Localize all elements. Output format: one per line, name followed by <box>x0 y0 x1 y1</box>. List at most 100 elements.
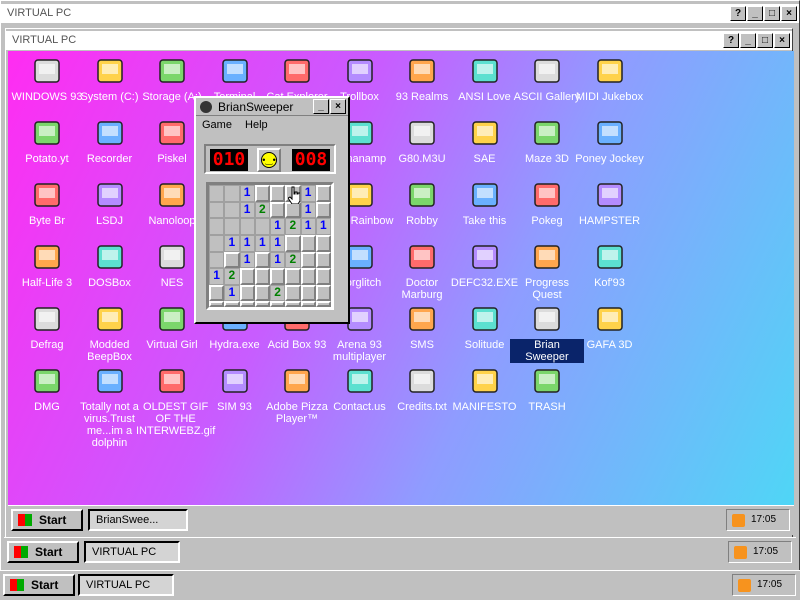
mine-cell[interactable]: 1 <box>239 251 255 269</box>
outer-maximize-button[interactable]: □ <box>764 6 780 21</box>
mine-cell[interactable]: 1 <box>254 234 270 252</box>
mine-cell[interactable]: 1 <box>224 284 240 302</box>
task-brian-sweeper[interactable]: BrianSwee... <box>88 509 188 531</box>
menu-game[interactable]: Game <box>202 119 232 131</box>
task-virtual-pc[interactable]: VIRTUAL PC <box>84 541 180 563</box>
mine-cell[interactable] <box>239 284 255 302</box>
mine-cell[interactable] <box>300 251 316 269</box>
mine-cell[interactable] <box>209 185 225 202</box>
start-button-middle[interactable]: Start <box>7 541 79 563</box>
disk-icon <box>159 59 185 83</box>
mine-cell[interactable] <box>315 268 331 285</box>
rss-icon[interactable] <box>732 514 745 527</box>
start-button-outer[interactable]: Start <box>3 574 75 596</box>
minesweeper-minimize-button[interactable]: _ <box>313 99 329 114</box>
menu-help[interactable]: Help <box>245 119 268 131</box>
mine-cell[interactable]: 1 <box>209 268 225 285</box>
mine-cell[interactable] <box>254 301 270 307</box>
outer-title-bar[interactable]: VIRTUAL PC ? _ □ × <box>1 4 799 24</box>
inner-title-bar[interactable]: VIRTUAL PC ? _ □ × <box>6 31 792 51</box>
mine-cell[interactable]: 2 <box>285 218 301 235</box>
desktop-icon[interactable]: GAFA 3D <box>573 303 647 363</box>
mine-cell[interactable] <box>315 251 331 269</box>
inner-close-button[interactable]: × <box>774 33 790 48</box>
mine-cell[interactable]: 1 <box>270 234 286 252</box>
reset-button[interactable]: •‿• <box>257 148 281 172</box>
mine-cell[interactable]: 2 <box>285 251 301 269</box>
desktop-icon-label: G80.M3U <box>398 153 446 165</box>
mine-cell[interactable] <box>315 201 331 219</box>
desktop-icon-label: Acid Box 93 <box>267 339 327 351</box>
rss-icon[interactable] <box>734 546 747 559</box>
mine-cell[interactable] <box>270 301 286 307</box>
mine-cell[interactable] <box>209 284 225 302</box>
mine-cell[interactable] <box>209 201 225 219</box>
mine-cell[interactable] <box>254 284 270 302</box>
desktop-icon[interactable]: HAMPSTER <box>573 179 647 239</box>
minesweeper-close-button[interactable]: × <box>330 99 346 114</box>
mine-cell[interactable] <box>315 284 331 302</box>
desktop-icon-label: Pokeg <box>531 215 563 227</box>
mine-cell[interactable] <box>270 268 286 285</box>
inner-help-button[interactable]: ? <box>723 33 739 48</box>
mine-cell[interactable]: 2 <box>224 268 240 285</box>
mine-cell[interactable] <box>300 234 316 252</box>
mine-cell[interactable] <box>300 268 316 285</box>
mine-cell[interactable]: 1 <box>300 201 316 219</box>
mine-cell[interactable] <box>209 234 225 252</box>
mine-cell[interactable]: 1 <box>239 234 255 252</box>
mine-cell[interactable] <box>209 301 225 307</box>
desktop-icon[interactable]: TRASH <box>510 365 584 425</box>
desktop-icon[interactable]: Poney Jockey <box>573 117 647 177</box>
mine-cell[interactable] <box>239 301 255 307</box>
mine-cell[interactable] <box>285 301 301 307</box>
inner-maximize-button[interactable]: □ <box>757 33 773 48</box>
mine-cell[interactable] <box>209 251 225 269</box>
desktop-icon[interactable]: Kof'93 <box>573 241 647 301</box>
mine-cell[interactable]: 2 <box>254 201 270 219</box>
task-virtual-pc-outer[interactable]: VIRTUAL PC <box>78 574 174 596</box>
desktop-icon[interactable]: MIDI Jukebox <box>573 55 647 115</box>
mine-cell[interactable] <box>270 201 286 219</box>
mine-cell[interactable] <box>300 301 316 307</box>
minesweeper-title-bar[interactable]: BrianSweeper _ × <box>196 98 348 116</box>
mine-cell[interactable] <box>239 218 255 235</box>
mine-cell[interactable]: 1 <box>239 201 255 219</box>
mine-cell[interactable] <box>315 185 331 202</box>
outer-close-button[interactable]: × <box>781 6 797 21</box>
mine-cell[interactable] <box>224 201 240 219</box>
start-button-inner[interactable]: Start <box>11 509 83 531</box>
mine-cell[interactable] <box>254 218 270 235</box>
mine-cell[interactable] <box>224 218 240 235</box>
mine-cell[interactable] <box>285 234 301 252</box>
mine-cell[interactable] <box>254 185 270 202</box>
desktop-icon-label: NES <box>160 277 184 289</box>
mine-cell[interactable] <box>285 201 301 219</box>
mine-cell[interactable] <box>270 185 286 202</box>
mine-cell[interactable] <box>315 234 331 252</box>
mine-cell[interactable] <box>224 301 240 307</box>
mine-cell[interactable]: 1 <box>239 185 255 202</box>
mine-cell[interactable] <box>254 251 270 269</box>
mine-cell[interactable] <box>209 218 225 235</box>
mine-cell[interactable] <box>285 268 301 285</box>
mine-cell[interactable] <box>300 284 316 302</box>
mine-cell[interactable] <box>239 268 255 285</box>
mine-cell[interactable]: 1 <box>315 218 331 235</box>
mine-cell[interactable]: 1 <box>300 218 316 235</box>
mine-cell[interactable] <box>224 185 240 202</box>
outer-minimize-button[interactable]: _ <box>747 6 763 21</box>
mine-cell[interactable] <box>285 284 301 302</box>
mine-cell[interactable] <box>315 301 331 307</box>
mine-cell[interactable]: 1 <box>300 185 316 202</box>
mine-cell[interactable]: 1 <box>224 234 240 252</box>
mine-cell[interactable] <box>224 251 240 269</box>
outer-help-button[interactable]: ? <box>730 6 746 21</box>
inner-minimize-button[interactable]: _ <box>740 33 756 48</box>
mine-cell[interactable]: 1 <box>270 251 286 269</box>
mine-cell[interactable]: 2 <box>270 284 286 302</box>
rss-icon[interactable] <box>738 579 751 592</box>
mine-cell[interactable]: 1 <box>270 218 286 235</box>
computer-icon <box>34 59 60 83</box>
mine-cell[interactable] <box>254 268 270 285</box>
